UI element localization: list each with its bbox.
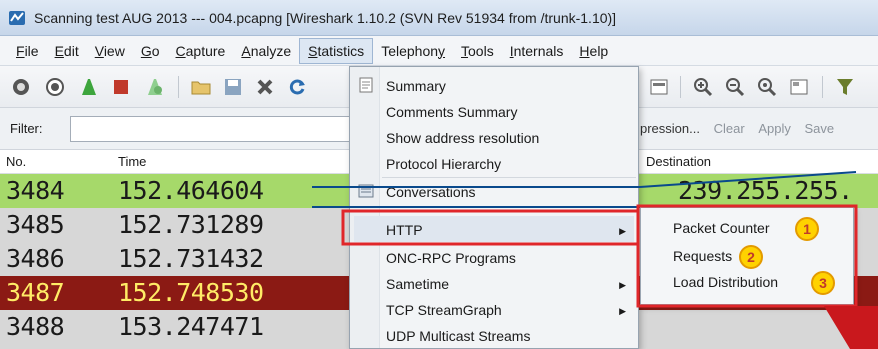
menu-item-protocol-hierarchy[interactable]: Protocol Hierarchy (386, 156, 501, 172)
resize-columns-icon[interactable] (788, 76, 810, 98)
toolbar-separator (822, 76, 823, 98)
options-icon[interactable] (44, 76, 66, 98)
menu-item-load-distribution[interactable]: Load Distribution (673, 274, 778, 290)
packet-number: 3488 (6, 312, 65, 341)
menu-item-conversations[interactable]: Conversations (386, 184, 476, 200)
save-icon[interactable] (222, 76, 244, 98)
submenu-arrow-icon: ▶ (619, 226, 626, 236)
colorize-icon[interactable] (648, 76, 670, 98)
clear-button[interactable]: Clear (714, 121, 745, 136)
packet-number: 3484 (6, 176, 65, 205)
menu-item-requests[interactable]: Requests (673, 248, 732, 264)
packet-destination: 239.255.255. (678, 176, 853, 205)
packet-time: 153.247471 (118, 312, 264, 341)
reload-icon[interactable] (286, 76, 308, 98)
conversations-icon (358, 184, 374, 198)
step-badge: 3 (811, 271, 835, 295)
packet-time: 152.731432 (118, 244, 264, 273)
interfaces-icon[interactable] (10, 76, 32, 98)
packet-time: 152.464604 (118, 176, 264, 205)
packet-number: 3487 (6, 278, 65, 307)
save-filter-button[interactable]: Save (804, 121, 834, 136)
menu-help[interactable]: Help (571, 38, 616, 64)
restart-capture-icon[interactable] (144, 76, 166, 98)
normal-size-icon[interactable] (756, 76, 778, 98)
menu-item-onc-rpc-programs[interactable]: ONC-RPC Programs (386, 250, 516, 266)
open-icon[interactable] (190, 76, 212, 98)
menu-analyze[interactable]: Analyze (233, 38, 299, 64)
step-badge: 2 (739, 245, 763, 269)
menu-capture[interactable]: Capture (168, 38, 234, 64)
packet-time: 152.748530 (118, 278, 264, 307)
zoom-in-icon[interactable] (692, 76, 714, 98)
menu-separator (382, 206, 636, 207)
toolbar-separator (680, 76, 681, 98)
title-bar: Scanning test AUG 2013 --- 004.pcapng [W… (0, 0, 878, 36)
column-no[interactable]: No. (6, 150, 26, 174)
menu-tools[interactable]: Tools (453, 38, 502, 64)
start-capture-icon[interactable] (78, 76, 100, 98)
menu-statistics[interactable]: Statistics (299, 37, 374, 64)
expression-button[interactable]: pression... (640, 121, 700, 136)
capture-filters-icon[interactable] (834, 76, 856, 98)
column-time[interactable]: Time (118, 150, 146, 174)
menu-separator (382, 177, 636, 178)
menu-view[interactable]: View (87, 38, 133, 64)
packet-number: 3486 (6, 244, 65, 273)
submenu-arrow-icon: ▶ (619, 306, 626, 316)
menu-item-comments-summary[interactable]: Comments Summary (386, 104, 517, 120)
statistics-menu: Summary Comments Summary Show address re… (349, 66, 639, 349)
menu-item-udp-multicast-streams[interactable]: UDP Multicast Streams (386, 328, 530, 344)
menu-file[interactable]: File (8, 38, 47, 64)
filter-label: Filter: (10, 121, 43, 136)
packet-number: 3485 (6, 210, 65, 239)
column-destination[interactable]: Destination (646, 150, 711, 174)
close-icon[interactable] (254, 76, 276, 98)
menu-telephony[interactable]: Telephony (373, 38, 453, 64)
window-title: Scanning test AUG 2013 --- 004.pcapng [W… (34, 9, 617, 26)
stop-capture-icon[interactable] (110, 76, 132, 98)
step-badge: 1 (795, 217, 819, 241)
menu-item-sametime[interactable]: Sametime (386, 276, 449, 292)
menu-internals[interactable]: Internals (502, 38, 572, 64)
submenu-arrow-icon: ▶ (619, 280, 626, 290)
menu-item-summary[interactable]: Summary (386, 78, 446, 94)
menu-item-packet-counter[interactable]: Packet Counter (673, 220, 770, 236)
menu-item-tcp-streamgraph[interactable]: TCP StreamGraph (386, 302, 502, 318)
display-filter-input[interactable] (70, 116, 360, 142)
menu-go[interactable]: Go (133, 38, 168, 64)
http-submenu: Packet Counter 1 Requests 2 Load Distrib… (640, 207, 854, 305)
menu-item-show-address-resolution[interactable]: Show address resolution (386, 130, 539, 146)
menu-bar: File Edit View Go Capture Analyze Statis… (0, 36, 878, 66)
packet-time: 152.731289 (118, 210, 264, 239)
apply-button[interactable]: Apply (758, 121, 791, 136)
zoom-out-icon[interactable] (724, 76, 746, 98)
menu-item-http[interactable]: HTTP (386, 222, 423, 238)
toolbar-separator (178, 76, 179, 98)
filter-actions: pression... Clear Apply Save (640, 121, 834, 136)
wireshark-icon (9, 10, 25, 25)
menu-icon-gutter (350, 67, 380, 348)
summary-icon (359, 77, 373, 93)
menu-edit[interactable]: Edit (47, 38, 87, 64)
